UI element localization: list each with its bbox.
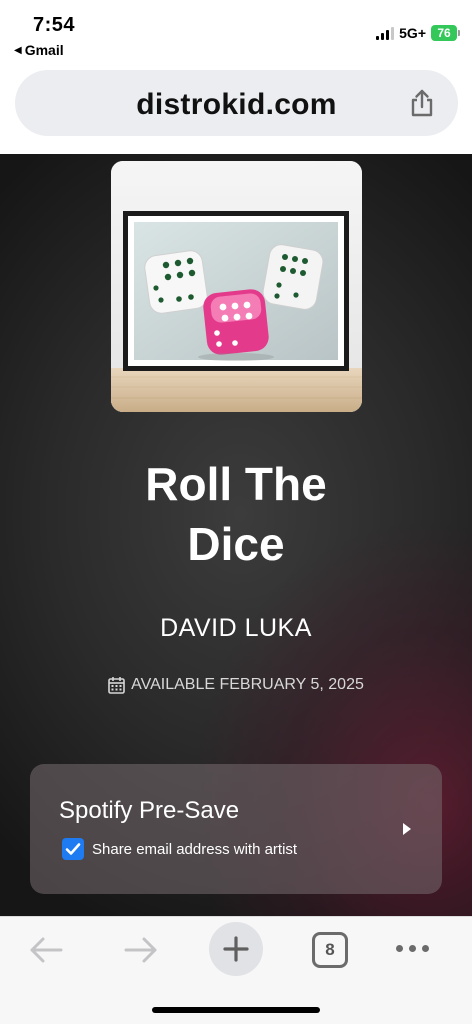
share-email-checkbox[interactable] bbox=[62, 838, 84, 860]
plus-icon bbox=[223, 936, 249, 962]
chevron-right-icon bbox=[403, 823, 411, 835]
release-title-line1: Roll The bbox=[145, 458, 327, 510]
cellular-signal-icon bbox=[376, 26, 395, 40]
browser-toolbar: 8 bbox=[0, 916, 472, 1024]
new-tab-button[interactable] bbox=[209, 922, 263, 976]
status-indicators: 5G+ 76 bbox=[376, 25, 460, 41]
forward-arrow-icon[interactable] bbox=[123, 935, 159, 965]
battery-icon: 76 bbox=[431, 25, 460, 41]
share-email-label: Share email address with artist bbox=[92, 840, 298, 858]
url-text: distrokid.com bbox=[136, 88, 337, 121]
dice-artwork-image bbox=[111, 161, 362, 412]
back-app-label: Gmail bbox=[24, 42, 64, 58]
back-to-gmail-link[interactable]: ◀ Gmail bbox=[14, 42, 64, 58]
home-indicator[interactable] bbox=[152, 1007, 320, 1013]
share-email-checkbox-row[interactable]: Share email address with artist bbox=[62, 838, 297, 860]
release-date: AVAILABLE FEBRUARY 5, 2025 bbox=[0, 676, 472, 694]
checkmark-icon bbox=[65, 843, 81, 855]
back-triangle-icon: ◀ bbox=[14, 44, 22, 56]
album-cover bbox=[111, 161, 362, 412]
calendar-icon bbox=[108, 677, 125, 694]
status-time: 7:54 bbox=[33, 14, 76, 36]
presave-title: Spotify Pre-Save bbox=[59, 797, 240, 824]
release-title: Roll The Dice bbox=[0, 454, 472, 574]
tab-switcher-button[interactable]: 8 bbox=[312, 932, 348, 968]
artist-name: DAVID LUKA bbox=[160, 614, 312, 642]
release-page: Roll The Dice DAVID LUKA AVAILABLE FEBRU… bbox=[0, 154, 472, 916]
back-arrow-icon[interactable] bbox=[28, 935, 64, 965]
spotify-presave-button[interactable]: Spotify Pre-Save Share email address wit… bbox=[30, 764, 442, 894]
network-type: 5G+ bbox=[399, 25, 426, 41]
browser-address-area: distrokid.com bbox=[0, 64, 472, 154]
status-bar: 7:54 ◀ Gmail 5G+ 76 bbox=[0, 0, 472, 64]
battery-level: 76 bbox=[431, 25, 457, 41]
more-options-icon[interactable] bbox=[396, 945, 429, 952]
release-date-text: AVAILABLE FEBRUARY 5, 2025 bbox=[131, 676, 364, 693]
address-bar[interactable]: distrokid.com bbox=[15, 70, 458, 136]
release-title-line2: Dice bbox=[187, 518, 285, 570]
share-icon[interactable] bbox=[408, 88, 436, 118]
